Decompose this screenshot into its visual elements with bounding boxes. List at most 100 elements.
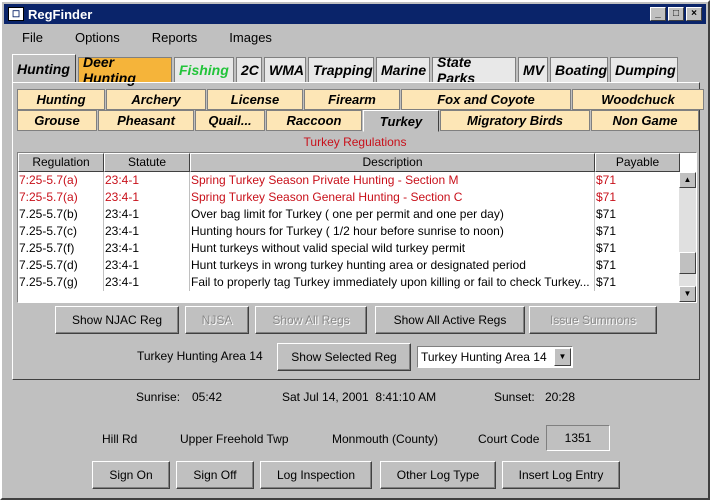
county-label: Monmouth (County) [332, 432, 439, 446]
date-time: Sat Jul 14, 2001 8:41:10 AM [282, 390, 437, 404]
cell-payable: $71 [595, 257, 680, 274]
subtab-license[interactable]: License [207, 89, 303, 110]
title-bar[interactable]: ☐ RegFinder _ □ × [4, 4, 706, 24]
area-select[interactable]: Turkey Hunting Area 14 ▼ [417, 346, 573, 368]
tab-hunting[interactable]: Hunting [12, 54, 76, 82]
table-row[interactable]: 7.25-5.7(g) 23:4-1 Fail to properly tag … [18, 274, 680, 291]
menu-images[interactable]: Images [219, 30, 282, 45]
table-header: Regulation Statute Description Payable [18, 153, 680, 172]
subtab-raccoon[interactable]: Raccoon [266, 110, 362, 131]
scroll-down-arrow-icon[interactable]: ▼ [679, 286, 696, 302]
subtab-turkey[interactable]: Turkey [363, 110, 439, 132]
tab-boating[interactable]: Boating [550, 57, 608, 82]
category-tabs: Hunting Deer Hunting Fishing 2C WMA Trap… [12, 54, 680, 86]
other-log-type-button[interactable]: Other Log Type [380, 461, 496, 489]
subtab-archery[interactable]: Archery [106, 89, 206, 110]
table-row[interactable]: 7.25-5.7(b) 23:4-1 Over bag limit for Tu… [18, 206, 680, 223]
tab-state-parks[interactable]: State Parks [432, 54, 516, 86]
column-header-description[interactable]: Description [190, 153, 595, 172]
cell-description: Hunt turkeys in wrong turkey hunting are… [190, 257, 595, 274]
table-row[interactable]: 7:25-5.7(a) 23:4-1 Spring Turkey Season … [18, 189, 680, 206]
menu-file[interactable]: File [12, 30, 53, 45]
sunset-value: 20:28 [545, 390, 576, 404]
sign-off-button[interactable]: Sign Off [176, 461, 254, 489]
cell-statute: 23:4-1 [104, 240, 190, 257]
subtab-hunting[interactable]: Hunting [17, 89, 105, 110]
cell-regulation: 7.25-5.7(c) [18, 223, 104, 240]
subtab-fox-and-coyote[interactable]: Fox and Coyote [401, 89, 571, 110]
cell-regulation: 7.25-5.7(b) [18, 206, 104, 223]
table-row[interactable]: 7.25-5.7(d) 23:4-1 Hunt turkeys in wrong… [18, 257, 680, 274]
cell-statute: 23:4-1 [104, 274, 190, 291]
cell-regulation: 7.25-5.7(g) [18, 274, 104, 291]
window-title: RegFinder [28, 6, 93, 22]
cell-description: Hunting hours for Turkey ( 1/2 hour befo… [190, 223, 595, 240]
subtab-grouse[interactable]: Grouse [17, 110, 97, 131]
show-all-regs-button[interactable]: Show All Regs [255, 306, 367, 334]
table-scrollbar[interactable]: ▲ ▼ [679, 172, 696, 302]
scroll-thumb[interactable] [679, 252, 696, 274]
minimize-button[interactable]: _ [650, 7, 666, 21]
show-all-active-regs-button[interactable]: Show All Active Regs [375, 306, 525, 334]
section-title: Turkey Regulations [303, 135, 407, 149]
road-label: Hill Rd [102, 432, 138, 446]
cell-regulation: 7.25-5.7(d) [18, 257, 104, 274]
cell-statute: 23:4-1 [104, 206, 190, 223]
tab-wma[interactable]: WMA [264, 57, 306, 82]
cell-payable: $71 [595, 274, 680, 291]
insert-log-entry-button[interactable]: Insert Log Entry [502, 461, 620, 489]
subtab-non-game[interactable]: Non Game [591, 110, 699, 131]
subtab-pheasant[interactable]: Pheasant [98, 110, 194, 131]
subtab-quail[interactable]: Quail... [195, 110, 265, 131]
tab-mv[interactable]: MV [518, 57, 548, 82]
column-header-payable[interactable]: Payable [595, 153, 680, 172]
show-selected-reg-button[interactable]: Show Selected Reg [277, 343, 411, 371]
species-tabs-row-1: Hunting Archery License Firearm Fox and … [17, 89, 705, 110]
menu-bar: File Options Reports Images [4, 26, 706, 48]
menu-options[interactable]: Options [65, 30, 130, 45]
species-tabs-row-2: Grouse Pheasant Quail... Raccoon Turkey … [17, 110, 700, 132]
issue-summons-button[interactable]: Issue Summons [529, 306, 657, 334]
cell-description: Spring Turkey Season General Hunting - S… [190, 189, 595, 206]
sign-on-button[interactable]: Sign On [92, 461, 170, 489]
cell-description: Fail to properly tag Turkey immediately … [190, 274, 595, 291]
close-button[interactable]: × [686, 7, 702, 21]
column-header-statute[interactable]: Statute [104, 153, 190, 172]
area-label: Turkey Hunting Area 14 [137, 349, 263, 363]
table-row[interactable]: 7:25-5.7(a) 23:4-1 Spring Turkey Season … [18, 172, 680, 189]
column-header-regulation[interactable]: Regulation [18, 153, 104, 172]
app-window: ☐ RegFinder _ □ × File Options Reports I… [0, 0, 710, 500]
cell-description: Hunt turkeys without valid special wild … [190, 240, 595, 257]
table-row[interactable]: 7.25-5.7(c) 23:4-1 Hunting hours for Tur… [18, 223, 680, 240]
subtab-woodchuck[interactable]: Woodchuck [572, 89, 704, 110]
cell-payable: $71 [595, 189, 680, 206]
chevron-down-icon[interactable]: ▼ [554, 348, 571, 366]
njsa-button[interactable]: NJSA [185, 306, 249, 334]
tab-marine[interactable]: Marine [376, 57, 430, 82]
cell-payable: $71 [595, 206, 680, 223]
tab-fishing[interactable]: Fishing [174, 57, 234, 82]
tab-2c[interactable]: 2C [236, 57, 262, 82]
tab-trapping[interactable]: Trapping [308, 57, 374, 82]
cell-regulation: 7:25-5.7(a) [18, 172, 104, 189]
app-icon: ☐ [8, 7, 24, 21]
cell-statute: 23:4-1 [104, 257, 190, 274]
cell-payable: $71 [595, 172, 680, 189]
table-body: 7:25-5.7(a) 23:4-1 Spring Turkey Season … [18, 172, 680, 291]
tab-dumping[interactable]: Dumping [610, 57, 678, 82]
menu-reports[interactable]: Reports [142, 30, 208, 45]
log-inspection-button[interactable]: Log Inspection [260, 461, 372, 489]
cell-description: Over bag limit for Turkey ( one per perm… [190, 206, 595, 223]
subtab-firearm[interactable]: Firearm [304, 89, 400, 110]
table-row[interactable]: 7.25-5.7(f) 23:4-1 Hunt turkeys without … [18, 240, 680, 257]
tab-deer-hunting[interactable]: Deer Hunting [78, 54, 172, 86]
maximize-button[interactable]: □ [668, 7, 684, 21]
township-label: Upper Freehold Twp [180, 432, 289, 446]
court-code-field[interactable]: 1351 [546, 425, 610, 451]
cell-description: Spring Turkey Season Private Hunting - S… [190, 172, 595, 189]
cell-payable: $71 [595, 240, 680, 257]
subtab-migratory-birds[interactable]: Migratory Birds [440, 110, 590, 131]
area-select-value: Turkey Hunting Area 14 [421, 350, 547, 364]
scroll-up-arrow-icon[interactable]: ▲ [679, 172, 696, 188]
show-njac-reg-button[interactable]: Show NJAC Reg [55, 306, 179, 334]
